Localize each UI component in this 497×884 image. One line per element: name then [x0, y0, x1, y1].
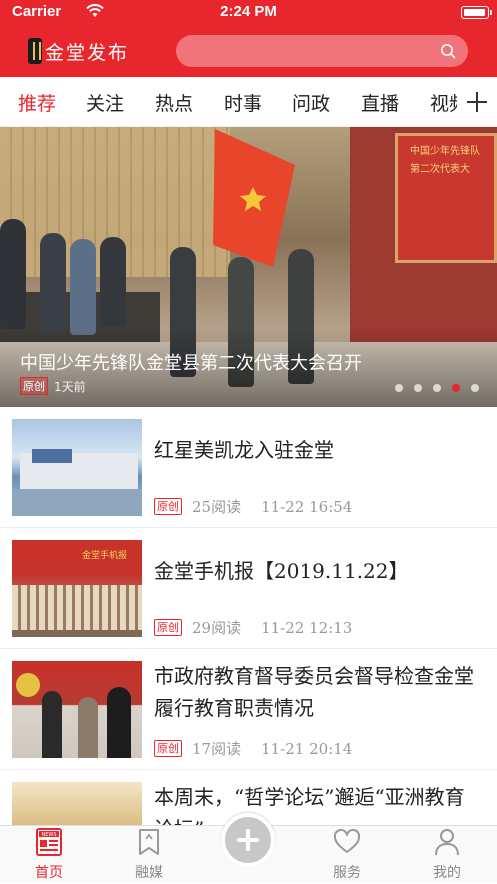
- logo-mark-icon: [28, 38, 42, 64]
- original-badge: 原创: [154, 740, 182, 757]
- banner-time: 1天前: [54, 379, 86, 394]
- article-thumbnail: [12, 419, 142, 516]
- carousel-dot[interactable]: [395, 384, 403, 392]
- original-badge: 原创: [154, 619, 182, 636]
- heart-icon: [333, 828, 361, 853]
- article-title: 红星美凯龙入驻金堂: [154, 438, 334, 462]
- banner-meta: 原创 1天前: [20, 377, 86, 395]
- tab-recommend[interactable]: 推荐: [18, 89, 56, 116]
- tab-media-label: 融媒: [135, 865, 163, 881]
- article-meta: 原创 17阅读 11-21 20:14: [154, 738, 352, 759]
- status-bar: Carrier 2:24 PM: [0, 0, 497, 24]
- list-item[interactable]: 市政府教育督导委员会督导检查金堂履行教育职责情况 原创 17阅读 11-21 2…: [0, 649, 497, 770]
- publish-time: 11-22 16:54: [261, 497, 353, 516]
- thumbnail-caption: 金堂手机报: [82, 551, 128, 561]
- publish-time: 11-21 20:14: [261, 739, 353, 758]
- read-count: 25阅读: [192, 498, 242, 516]
- tab-hot[interactable]: 热点: [155, 89, 193, 116]
- tab-mine[interactable]: 我的: [407, 826, 487, 884]
- svg-text:NEWS: NEWS: [41, 832, 56, 838]
- banner-title[interactable]: 中国少年先锋队金堂县第二次代表大会召开: [20, 349, 362, 375]
- publish-plus-button[interactable]: [221, 813, 275, 867]
- tab-home[interactable]: NEWS 首页: [9, 826, 89, 884]
- carousel-dot[interactable]: [414, 384, 422, 392]
- carousel-dots[interactable]: [384, 384, 479, 392]
- search-icon[interactable]: [440, 43, 456, 59]
- screen-text-line2: 第二次代表大: [410, 164, 470, 175]
- carousel-dot-active[interactable]: [452, 384, 460, 392]
- screen-text-line1: 中国少年先锋队: [410, 146, 480, 157]
- article-thumbnail: 金堂手机报: [12, 540, 142, 637]
- original-badge: 原创: [20, 377, 48, 395]
- bookmark-icon: [139, 829, 159, 855]
- article-title: 金堂手机报【2019.11.22】: [154, 559, 409, 583]
- user-icon: [435, 829, 459, 856]
- read-count: 29阅读: [192, 619, 242, 637]
- tab-current-affairs[interactable]: 时事: [224, 89, 262, 116]
- read-count: 17阅读: [192, 740, 242, 758]
- news-icon: NEWS: [36, 828, 62, 856]
- publish-time: 11-22 12:13: [261, 618, 353, 637]
- list-item[interactable]: 金堂手机报 金堂手机报【2019.11.22】 原创 29阅读 11-22 12…: [0, 528, 497, 649]
- article-thumbnail: [12, 661, 142, 758]
- article-meta: 原创 29阅读 11-22 12:13: [154, 617, 352, 638]
- add-tab-icon[interactable]: [457, 77, 497, 126]
- tab-mine-label: 我的: [433, 865, 461, 881]
- original-badge: 原创: [154, 498, 182, 515]
- app-logo: 金堂发布: [28, 37, 129, 65]
- search-input[interactable]: [176, 35, 468, 67]
- list-item[interactable]: 红星美凯龙入驻金堂 原创 25阅读 11-22 16:54: [0, 407, 497, 528]
- carousel-dot[interactable]: [433, 384, 441, 392]
- category-tabs: 推荐 关注 热点 时事 问政 直播 视频: [0, 77, 497, 127]
- battery-icon: [461, 6, 492, 19]
- tab-services-label: 服务: [333, 865, 361, 881]
- carousel-dot[interactable]: [471, 384, 479, 392]
- clock: 2:24 PM: [220, 3, 277, 20]
- app-header: Carrier 2:24 PM 金堂发布: [0, 0, 497, 77]
- tab-services[interactable]: 服务: [307, 826, 387, 884]
- tab-follow[interactable]: 关注: [86, 89, 124, 116]
- flag-icon: [213, 129, 295, 267]
- banner-carousel[interactable]: 中国少年先锋队 第二次代表大 中国少年先锋队金堂县第二次代表大会召开 原创 1天…: [0, 127, 497, 407]
- tab-home-label: 首页: [35, 865, 63, 881]
- tab-media[interactable]: 融媒: [109, 826, 189, 884]
- tab-live[interactable]: 直播: [361, 89, 399, 116]
- article-meta: 原创 25阅读 11-22 16:54: [154, 496, 352, 517]
- tab-inquiry[interactable]: 问政: [292, 89, 330, 116]
- app-title: 金堂发布: [45, 41, 130, 64]
- article-title: 市政府教育督导委员会督导检查金堂履行教育职责情况: [154, 664, 474, 720]
